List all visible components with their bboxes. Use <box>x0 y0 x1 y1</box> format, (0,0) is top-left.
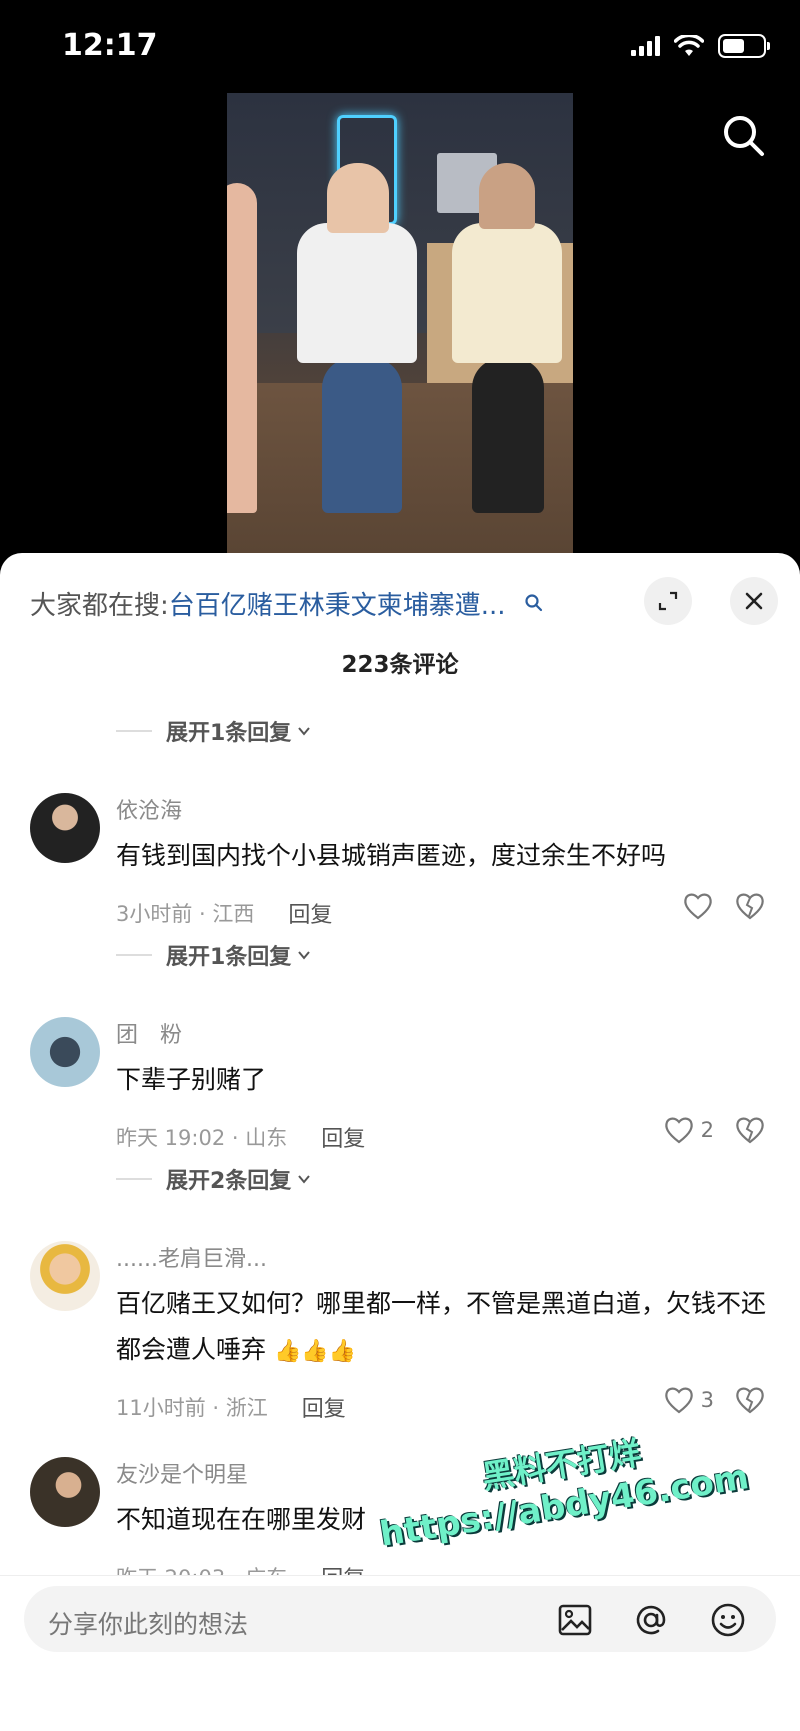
close-icon <box>745 592 763 610</box>
comment-author[interactable]: 友沙是个明星 <box>116 1457 248 1489</box>
close-button[interactable] <box>730 577 778 625</box>
video-person-center <box>297 223 417 363</box>
comment-input[interactable]: 分享你此刻的想法 <box>24 1586 776 1652</box>
thumbs-up-emoji: 👍👍👍 <box>273 1339 357 1364</box>
chevron-down-icon <box>298 727 311 736</box>
chevron-down-icon <box>298 951 311 960</box>
dislike-icon[interactable] <box>734 891 766 921</box>
avatar[interactable] <box>30 1457 100 1527</box>
expand-replies-button[interactable]: 展开1条回复 <box>116 715 311 747</box>
comment-time-location: 3小时前 · 江西 <box>116 902 255 926</box>
expand-replies-label: 展开1条回复 <box>166 721 292 746</box>
heart-icon <box>684 893 712 920</box>
reply-button[interactable]: 回复 <box>288 897 332 929</box>
comment-meta: 11小时前 · 浙江 回复 <box>116 1391 346 1423</box>
comment-input-bar: 分享你此刻的想法 <box>0 1575 800 1731</box>
video-person-head <box>479 163 535 229</box>
heart-icon <box>664 1387 693 1414</box>
comment-text: 有钱到国内找个小县城销声匿迹，度过余生不好吗 <box>116 841 667 870</box>
image-icon[interactable] <box>556 1601 594 1639</box>
expand-replies-button[interactable]: 展开2条回复 <box>116 1163 311 1195</box>
comment-text: 下辈子别赌了 <box>116 1065 267 1094</box>
dislike-icon[interactable] <box>734 1385 766 1415</box>
search-icon[interactable] <box>720 112 768 160</box>
video-person-legs <box>322 358 402 513</box>
expand-replies-button[interactable]: 展开1条回复 <box>116 939 311 971</box>
chevron-down-icon <box>298 1175 311 1184</box>
avatar[interactable] <box>30 793 100 863</box>
expand-icon <box>658 591 678 611</box>
reply-button[interactable]: 回复 <box>321 1121 365 1153</box>
video-person-right <box>452 223 562 363</box>
wifi-icon <box>674 35 704 56</box>
like-count: 3 <box>700 1388 714 1412</box>
like-count: 2 <box>700 1118 714 1142</box>
comment-author[interactable]: 依沧海 <box>116 793 182 825</box>
video-person-legs <box>472 358 544 513</box>
comment-text-body: 百亿赌王又如何？哪里都一样，不管是黑道白道，欠钱不还都会遭人唾弃 <box>116 1289 767 1364</box>
comment-text: 百亿赌王又如何？哪里都一样，不管是黑道白道，欠钱不还都会遭人唾弃 👍👍👍 <box>116 1281 776 1375</box>
hot-search-label: 大家都在搜: <box>30 590 169 621</box>
expand-replies-label: 展开1条回复 <box>166 945 292 970</box>
like-button[interactable]: 2 <box>663 1115 714 1145</box>
battery-icon <box>718 34 770 58</box>
video-person-head <box>327 163 389 233</box>
status-bar: 12:17 <box>0 0 800 92</box>
hot-search-query[interactable]: 台百亿赌王林秉文柬埔寨遭... <box>169 585 506 622</box>
video-player[interactable] <box>227 93 573 553</box>
reply-button[interactable]: 回复 <box>302 1391 346 1423</box>
comment-input-placeholder: 分享你此刻的想法 <box>48 1610 249 1639</box>
emoji-icon[interactable] <box>709 1601 747 1639</box>
cellular-signal-icon <box>631 36 660 56</box>
comment-sheet: 大家都在搜: 台百亿赌王林秉文柬埔寨遭... 223条评论 展开1条回复 依沧海… <box>0 553 800 1731</box>
comment-author[interactable]: 团 粉 <box>116 1017 182 1049</box>
at-mention-icon[interactable] <box>632 1601 670 1639</box>
status-time: 12:17 <box>62 28 158 63</box>
dislike-icon[interactable] <box>734 1115 766 1145</box>
avatar[interactable] <box>30 1241 100 1311</box>
comment-count: 223条评论 <box>341 652 459 678</box>
comment-time-location: 11小时前 · 浙江 <box>116 1396 268 1420</box>
avatar[interactable] <box>30 1017 100 1087</box>
video-person-left <box>227 183 257 513</box>
like-button[interactable] <box>682 891 714 921</box>
expand-button[interactable] <box>644 577 692 625</box>
comment-meta: 昨天 19:02 · 山东 回复 <box>116 1121 365 1153</box>
divider <box>116 954 152 956</box>
comment-text: 不知道现在在哪里发财 <box>116 1505 367 1534</box>
like-button[interactable]: 3 <box>663 1385 714 1415</box>
divider <box>116 1178 152 1180</box>
hot-search-bar[interactable]: 大家都在搜: 台百亿赌王林秉文柬埔寨遭... <box>30 583 590 623</box>
expand-replies-label: 展开2条回复 <box>166 1169 292 1194</box>
divider <box>116 730 152 732</box>
status-icons <box>631 34 770 58</box>
search-icon[interactable] <box>524 593 544 613</box>
heart-icon <box>664 1117 693 1144</box>
comment-meta: 3小时前 · 江西 回复 <box>116 897 332 929</box>
comment-time-location: 昨天 19:02 · 山东 <box>116 1126 288 1150</box>
comment-author[interactable]: ......老肩巨滑... <box>116 1241 267 1273</box>
